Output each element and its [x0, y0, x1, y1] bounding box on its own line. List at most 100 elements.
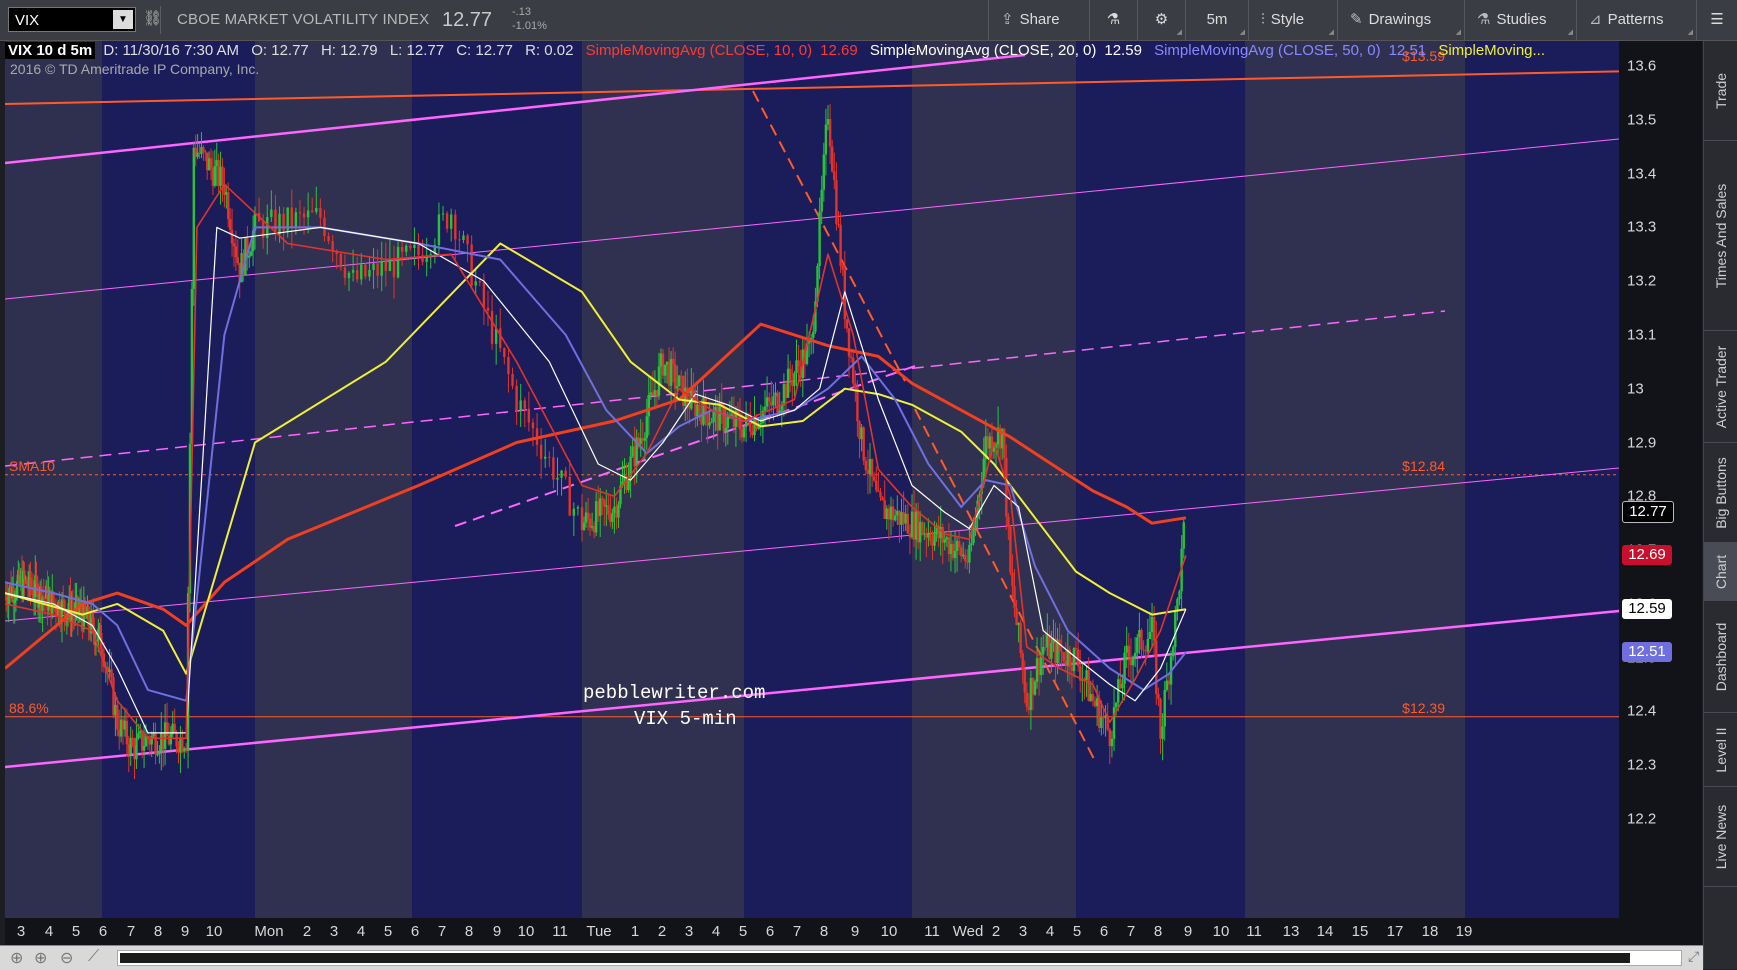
side-tab-live-news[interactable]: Live News — [1704, 787, 1737, 887]
time-tick-label: 3 — [684, 923, 694, 940]
sma20-legend[interactable]: SimpleMovingAvg (CLOSE, 20, 0) — [870, 42, 1097, 59]
style-button[interactable]: ⫶ Style ◢ — [1248, 0, 1337, 40]
price-badge: 12.51 — [1622, 642, 1672, 663]
candle-body — [647, 394, 651, 417]
candle-body — [1050, 643, 1053, 659]
candle-body — [368, 269, 371, 277]
net-change: -.13 — [512, 6, 531, 18]
time-tick-label: 15 — [1351, 923, 1369, 940]
side-tab-active-trader[interactable]: Active Trader — [1704, 331, 1737, 443]
price-chart: 78.6%$13.59SMA10$12.8488.6%$12.39 — [5, 41, 1619, 918]
candle-body — [1125, 645, 1128, 653]
side-tab-trade[interactable]: Trade — [1704, 41, 1737, 141]
time-tick-label: Mon — [254, 923, 284, 940]
menu-button[interactable]: ☰ — [1696, 0, 1737, 40]
candle-body — [507, 356, 510, 375]
zoom-out-icon[interactable]: ⊖ — [60, 948, 73, 968]
candle-body — [845, 319, 849, 329]
candle-body — [780, 405, 783, 411]
side-tab-level-ii[interactable]: Level II — [1704, 713, 1737, 787]
time-tick-label: 19 — [1455, 923, 1473, 940]
candle-body — [294, 212, 298, 228]
time-tick-label: 1 — [630, 923, 640, 940]
candle-body — [1089, 694, 1092, 701]
candle-body — [858, 421, 861, 440]
drawings-button[interactable]: ✎ Drawings ◢ — [1337, 0, 1464, 40]
time-tick-label: 5 — [383, 923, 393, 940]
candle-body — [986, 436, 990, 449]
candle-body — [914, 511, 918, 540]
candle-body — [820, 189, 823, 212]
time-tick-label: 8 — [153, 923, 163, 940]
candle-body — [784, 384, 788, 398]
candle-body — [927, 533, 930, 538]
candle-body — [582, 522, 586, 530]
price-tick-label: 12.2 — [1627, 810, 1657, 828]
expand-icon[interactable]: ⤢ — [1688, 948, 1699, 965]
candle-body — [1163, 690, 1166, 727]
settings-button[interactable]: ⚙ ◢ — [1137, 0, 1185, 40]
patterns-button[interactable]: ⊿ Patterns ◢ — [1576, 0, 1696, 40]
candle-body — [1167, 680, 1171, 685]
sma50-legend[interactable]: SimpleMovingAvg (CLOSE, 50, 0) — [1154, 42, 1381, 59]
candle-body — [883, 500, 886, 520]
candle-body — [319, 207, 322, 218]
candle-body — [875, 480, 878, 491]
flask-button[interactable]: ⚗ — [1089, 0, 1137, 40]
candle-body — [327, 236, 330, 242]
candle-body — [548, 456, 551, 458]
chart-plot-area[interactable]: 78.6%$13.59SMA10$12.8488.6%$12.39 — [5, 41, 1619, 918]
scrollbar-thumb[interactable] — [120, 953, 1630, 963]
candle-body — [1119, 679, 1122, 689]
candle-body — [1178, 591, 1181, 600]
candle-body — [306, 210, 310, 218]
sma-more-legend[interactable]: SimpleMoving... — [1438, 42, 1545, 59]
candle-body — [1142, 649, 1145, 651]
zoom-in-icon[interactable]: ⊕ — [34, 948, 47, 968]
candle-body — [856, 387, 859, 422]
side-tab-dashboard[interactable]: Dashboard — [1704, 601, 1737, 713]
studies-button[interactable]: ⚗ Studies ◢ — [1464, 0, 1576, 40]
candle-body — [923, 533, 926, 535]
candle-body — [1009, 527, 1012, 573]
price-tick-label: 13.4 — [1627, 165, 1657, 183]
candle-body — [970, 543, 973, 545]
candle-body — [478, 281, 482, 283]
symbol-input[interactable]: VIX ▼ — [8, 7, 136, 32]
candle-body — [774, 392, 777, 397]
candle-body — [515, 385, 518, 412]
candle-body — [441, 213, 445, 215]
candle-body — [1025, 692, 1028, 707]
price-tick-label: 13.2 — [1627, 272, 1657, 290]
side-tab-chart[interactable]: Chart — [1704, 543, 1737, 601]
candle-body — [966, 561, 969, 563]
candle-body — [315, 207, 318, 212]
copyright-text: 2016 © TD Ameritrade IP Company, Inc. — [10, 61, 260, 77]
candle-body — [234, 246, 238, 258]
candle-body — [351, 270, 355, 273]
time-tick-label: 10 — [205, 923, 223, 940]
candle-body — [964, 554, 967, 562]
side-tab-big-buttons[interactable]: Big Buttons — [1704, 443, 1737, 543]
candle-body — [835, 180, 838, 224]
sma10-legend[interactable]: SimpleMovingAvg (CLOSE, 10, 0) — [586, 42, 813, 59]
time-axis[interactable]: 3 4 5 6 7 8 9 10 Mon 2 3 4 5 6 7 8 9 10 11 Tue 1 2 3 4 5 6 7 8 9 10 11… — [5, 918, 1619, 945]
side-tab-times-and-sales[interactable]: Times And Sales — [1704, 141, 1737, 331]
time-tick-label: 10 — [1212, 923, 1230, 940]
share-button[interactable]: ⇪ Share — [988, 0, 1089, 40]
candle-body — [1013, 586, 1016, 609]
candle-body — [955, 540, 959, 551]
candle-body — [916, 511, 920, 543]
candle-body — [142, 745, 146, 751]
candle-body — [692, 388, 695, 396]
symbol-dropdown-icon[interactable]: ▼ — [113, 10, 133, 29]
drag-icon[interactable]: ⟋ — [88, 948, 99, 966]
candle-body — [929, 533, 932, 542]
interval-button[interactable]: 5m ◢ — [1185, 0, 1248, 40]
symbol-description: CBOE MARKET VOLATILITY INDEX — [177, 11, 430, 28]
candle-body — [904, 513, 907, 524]
time-tick-label: 2 — [991, 923, 1001, 940]
chart-scrollbar[interactable] — [117, 950, 1682, 966]
candle-body — [470, 244, 473, 286]
pan-icon[interactable]: ⊕ — [10, 948, 23, 968]
